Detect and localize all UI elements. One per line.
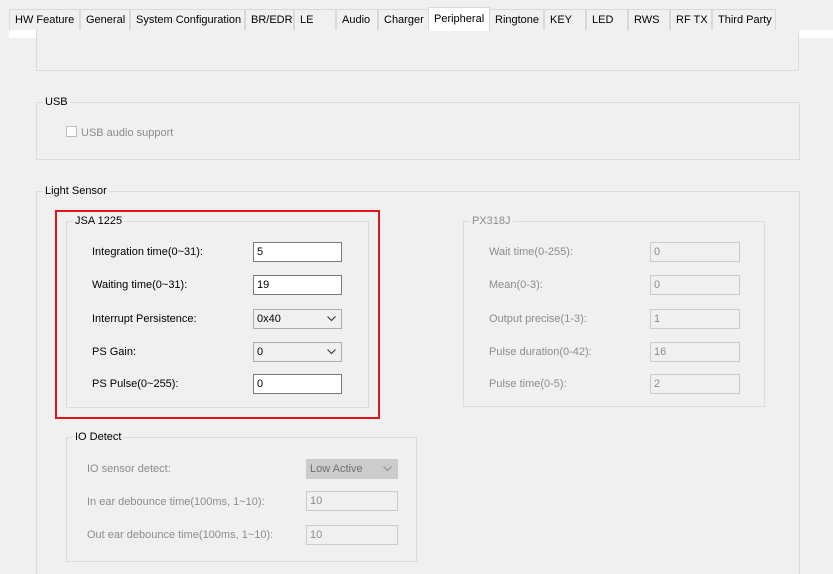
light-sensor-group-title: Light Sensor — [43, 184, 109, 198]
tab-third-party[interactable]: Third Party — [712, 9, 776, 30]
integration-time-input[interactable]: 5 — [253, 242, 342, 262]
output-precise-input[interactable]: 1 — [650, 309, 740, 329]
ps-pulse-label: PS Pulse(0~255): — [92, 378, 179, 390]
chevron-down-icon — [327, 349, 336, 355]
tab-charger[interactable]: Charger — [378, 9, 429, 30]
mean-label: Mean(0-3): — [489, 279, 543, 291]
tab-br-edr[interactable]: BR/EDR — [245, 9, 294, 30]
pulse-duration-label: Pulse duration(0-42): — [489, 346, 592, 358]
tab-general[interactable]: General — [80, 9, 130, 30]
interrupt-persistence-select[interactable]: 0x40 — [253, 309, 342, 329]
io-sensor-detect-label: IO sensor detect: — [87, 463, 171, 475]
waiting-time-label: Waiting time(0~31): — [92, 279, 188, 291]
px318j-group-title: PX318J — [470, 214, 513, 228]
tab-rf-tx[interactable]: RF TX — [670, 9, 712, 30]
io-detect-group-title: IO Detect — [73, 430, 124, 444]
previous-group-box — [36, 30, 799, 71]
mean-input[interactable]: 0 — [650, 275, 740, 295]
tab-hw-feature[interactable]: HW Feature — [9, 9, 80, 30]
io-sensor-detect-select[interactable]: Low Active — [306, 459, 398, 479]
chevron-down-icon — [327, 316, 336, 322]
output-precise-label: Output precise(1-3): — [489, 313, 587, 325]
integration-time-label: Integration time(0~31): — [92, 246, 203, 258]
jsa1225-group-title: JSA 1225 — [73, 214, 125, 228]
tab-ringtone[interactable]: Ringtone — [489, 9, 544, 30]
out-ear-debounce-label: Out ear debounce time(100ms, 1~10): — [87, 529, 274, 541]
out-ear-debounce-input[interactable]: 10 — [306, 525, 398, 545]
pulse-time-input[interactable]: 2 — [650, 374, 740, 394]
tab-audio[interactable]: Audio — [336, 9, 378, 30]
tab-bar: HW Feature General System Configuration … — [0, 0, 833, 31]
usb-group-title: USB — [43, 95, 70, 109]
pulse-duration-input[interactable]: 16 — [650, 342, 740, 362]
wait-time-label: Wait time(0-255): — [489, 246, 573, 258]
io-sensor-detect-value: Low Active — [310, 463, 363, 475]
interrupt-persistence-value: 0x40 — [257, 313, 281, 325]
tab-le[interactable]: LE — [294, 9, 336, 30]
chevron-down-icon — [383, 466, 392, 472]
tab-key[interactable]: KEY — [544, 9, 586, 30]
usb-audio-support-checkbox[interactable] — [66, 126, 77, 137]
tab-led[interactable]: LED — [586, 9, 628, 30]
ps-gain-label: PS Gain: — [92, 346, 137, 358]
waiting-time-input[interactable]: 19 — [253, 275, 342, 295]
in-ear-debounce-label: In ear debounce time(100ms, 1~10): — [87, 496, 265, 508]
usb-audio-support-label: USB audio support — [81, 127, 174, 139]
ps-gain-select[interactable]: 0 — [253, 342, 342, 362]
wait-time-input[interactable]: 0 — [650, 242, 740, 262]
tab-rws[interactable]: RWS — [628, 9, 670, 30]
ps-gain-value: 0 — [257, 346, 264, 358]
tab-system-configuration[interactable]: System Configuration — [130, 9, 245, 30]
tab-peripheral[interactable]: Peripheral — [428, 7, 490, 31]
in-ear-debounce-input[interactable]: 10 — [306, 491, 398, 511]
ps-pulse-input[interactable]: 0 — [253, 374, 342, 394]
interrupt-persistence-label: Interrupt Persistence: — [92, 313, 197, 325]
pulse-time-label: Pulse time(0-5): — [489, 378, 567, 390]
peripheral-pane: HW Feature General System Configuration … — [0, 0, 833, 574]
